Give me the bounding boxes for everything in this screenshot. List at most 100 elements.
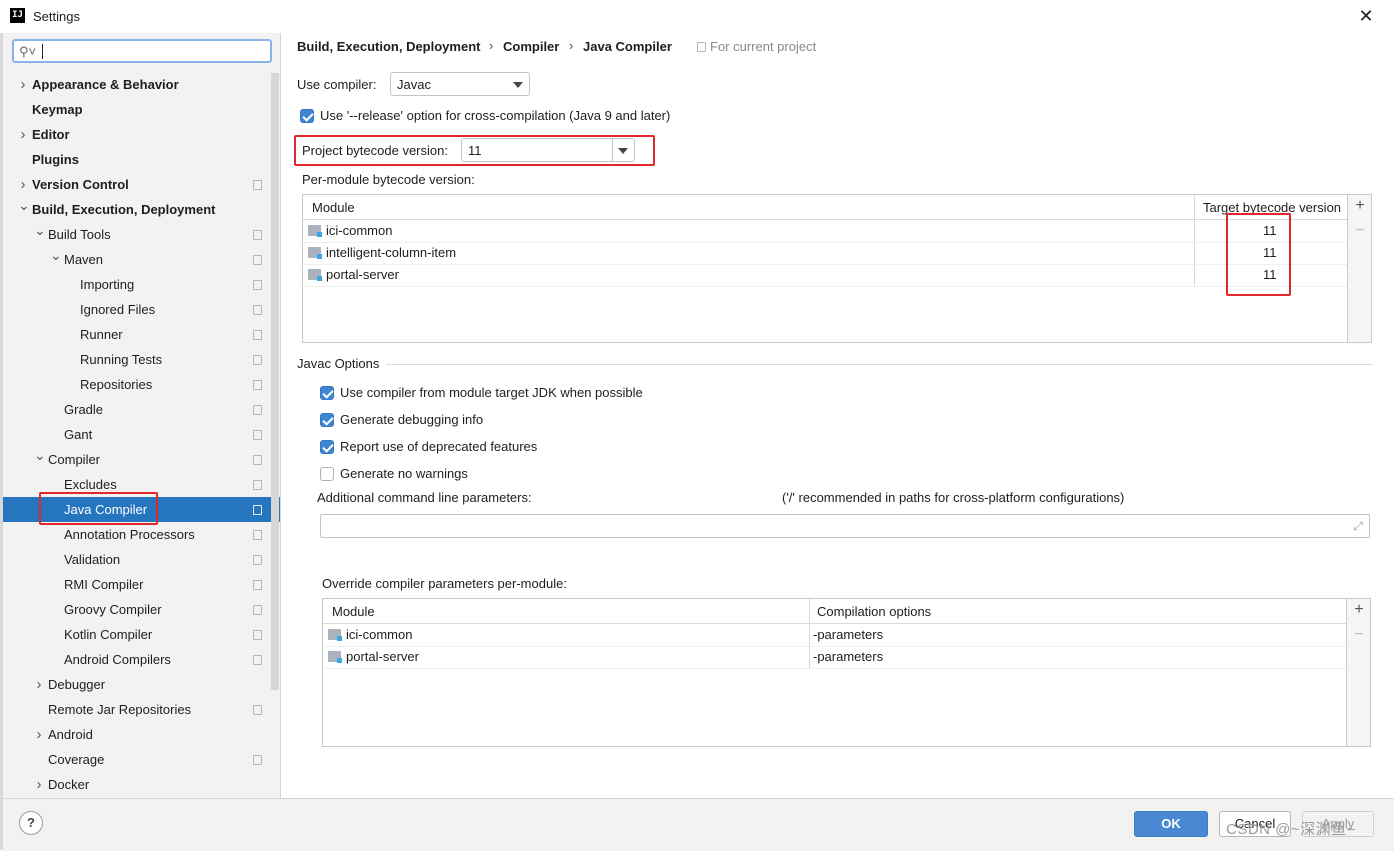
release-option-label: Use '--release' option for cross-compila… xyxy=(320,108,671,123)
column-header[interactable]: Target bytecode version xyxy=(1203,200,1341,215)
use-compiler-select[interactable]: Javac xyxy=(390,72,530,96)
for-current-project-label: For current project xyxy=(710,39,817,54)
sidebar-item[interactable]: Runner xyxy=(3,322,269,347)
project-scope-icon xyxy=(697,42,706,52)
sidebar-item[interactable]: ⌄ Build Tools xyxy=(3,222,269,247)
sidebar-item[interactable]: Validation xyxy=(3,547,269,572)
bytecode-version-cell[interactable]: 11 xyxy=(1263,245,1277,260)
column-header[interactable]: Module xyxy=(332,604,375,619)
javac-options-title: Javac Options xyxy=(297,356,380,371)
sidebar-item[interactable]: › Docker xyxy=(3,772,269,797)
chevron-right-icon[interactable]: › xyxy=(34,722,44,747)
chevron-down-icon[interactable]: ⌄ xyxy=(18,193,30,218)
sidebar-item[interactable]: › Editor xyxy=(3,122,269,147)
javac-option-checkbox[interactable] xyxy=(320,386,334,400)
project-scope-icon xyxy=(253,605,262,615)
breadcrumb-item[interactable]: Compiler xyxy=(503,39,559,54)
bytecode-version-cell[interactable]: 11 xyxy=(1263,223,1277,238)
project-scope-icon xyxy=(253,480,262,490)
project-scope-icon xyxy=(253,405,262,415)
sidebar-item[interactable]: › Version Control xyxy=(3,172,269,197)
params-label: Additional command line parameters: xyxy=(317,490,532,505)
sidebar-item[interactable]: Excludes xyxy=(3,472,269,497)
sidebar-item[interactable]: Repositories xyxy=(3,372,269,397)
sidebar-item[interactable]: › Debugger xyxy=(3,672,269,697)
chevron-down-icon[interactable]: ⌄ xyxy=(50,243,62,268)
column-header[interactable]: Compilation options xyxy=(817,604,931,619)
breadcrumb-item[interactable]: Build, Execution, Deployment xyxy=(297,39,480,54)
sidebar-item[interactable]: Android Compilers xyxy=(3,647,269,672)
compilation-options-cell[interactable]: -parameters xyxy=(813,627,883,642)
project-scope-icon xyxy=(253,580,262,590)
compilation-options-cell[interactable]: -parameters xyxy=(813,649,883,664)
sidebar-item[interactable]: ⌄ Maven xyxy=(3,247,269,272)
sidebar-item-label: Plugins xyxy=(32,152,79,167)
add-button[interactable]: + xyxy=(1348,197,1372,215)
chevron-right-icon[interactable]: › xyxy=(18,122,28,147)
table-row[interactable]: ici-common -parameters xyxy=(323,624,1346,647)
sidebar-item[interactable]: Gradle xyxy=(3,397,269,422)
sidebar-item[interactable]: Remote Jar Repositories xyxy=(3,697,269,722)
chevron-right-icon[interactable]: › xyxy=(34,772,44,797)
chevron-down-icon[interactable]: ⌄ xyxy=(34,443,46,468)
dialog-footer: ? OK Cancel Apply CSDN @~深渊鱼~ xyxy=(3,798,1394,851)
module-table-toolbar: + − xyxy=(1348,194,1372,343)
use-compiler-value: Javac xyxy=(397,77,431,92)
sidebar-item-label: Debugger xyxy=(48,677,106,692)
release-option-checkbox[interactable] xyxy=(300,109,314,123)
chevron-down-icon[interactable]: ⌄ xyxy=(34,218,46,243)
column-header[interactable]: Module xyxy=(312,200,355,215)
sidebar-item[interactable]: RMI Compiler xyxy=(3,572,269,597)
chevron-right-icon[interactable]: › xyxy=(34,672,44,697)
add-button[interactable]: + xyxy=(1347,601,1371,619)
ok-button[interactable]: OK xyxy=(1134,811,1208,837)
table-row[interactable]: portal-server 11 xyxy=(303,264,1347,287)
close-button[interactable]: ✕ xyxy=(1354,4,1378,28)
sidebar-item-label: Java Compiler xyxy=(64,502,148,517)
module-bytecode-table: Module Target bytecode version ici-commo… xyxy=(302,194,1348,343)
expand-icon[interactable]: ⤢ xyxy=(1353,519,1363,534)
sidebar-item[interactable]: › Appearance & Behavior xyxy=(3,72,269,97)
sidebar-item[interactable]: ⌄ Compiler xyxy=(3,447,269,472)
sidebar-item[interactable]: Running Tests xyxy=(3,347,269,372)
sidebar-item[interactable]: Plugins xyxy=(3,147,269,172)
bytecode-version-cell[interactable]: 11 xyxy=(1263,267,1277,282)
sidebar-item[interactable]: Java Compiler xyxy=(3,497,280,522)
command-line-params-input[interactable]: ⤢ xyxy=(320,514,1370,538)
module-name-cell: portal-server xyxy=(346,649,419,664)
sidebar-item-label: Repositories xyxy=(80,377,153,392)
breadcrumb-separator: › xyxy=(569,38,574,53)
sidebar-scrollbar[interactable] xyxy=(271,73,279,690)
help-button[interactable]: ? xyxy=(19,811,43,835)
table-row[interactable]: portal-server -parameters xyxy=(323,646,1346,669)
remove-button[interactable]: − xyxy=(1348,222,1372,240)
project-scope-icon xyxy=(253,555,262,565)
project-bytecode-select[interactable]: 11 xyxy=(461,138,635,162)
per-module-label: Per-module bytecode version: xyxy=(302,172,475,187)
search-input[interactable]: ⚲˅ xyxy=(12,39,272,63)
sidebar-item[interactable]: Annotation Processors xyxy=(3,522,269,547)
chevron-down-icon xyxy=(513,82,523,88)
project-scope-icon xyxy=(253,655,262,665)
chevron-right-icon[interactable]: › xyxy=(18,72,28,97)
sidebar-item[interactable]: Coverage xyxy=(3,747,269,772)
sidebar-item[interactable]: Importing xyxy=(3,272,269,297)
javac-option-checkbox[interactable] xyxy=(320,440,334,454)
sidebar-item[interactable]: Keymap xyxy=(3,97,269,122)
sidebar-item[interactable]: Ignored Files xyxy=(3,297,269,322)
table-row[interactable]: ici-common 11 xyxy=(303,220,1347,243)
sidebar-item[interactable]: › Android xyxy=(3,722,269,747)
javac-option-label: Report use of deprecated features xyxy=(340,439,538,454)
project-bytecode-value: 11 xyxy=(468,143,482,158)
sidebar-item[interactable]: Groovy Compiler xyxy=(3,597,269,622)
table-row[interactable]: intelligent-column-item 11 xyxy=(303,242,1347,265)
sidebar-item-label: Maven xyxy=(64,252,104,267)
remove-button[interactable]: − xyxy=(1347,626,1371,644)
module-name-cell: ici-common xyxy=(326,223,393,238)
javac-option-checkbox[interactable] xyxy=(320,413,334,427)
sidebar-item-label: Keymap xyxy=(32,102,83,117)
javac-option-checkbox[interactable] xyxy=(320,467,334,481)
sidebar-item[interactable]: Kotlin Compiler xyxy=(3,622,269,647)
project-scope-icon xyxy=(253,180,262,190)
project-scope-icon xyxy=(253,255,262,265)
